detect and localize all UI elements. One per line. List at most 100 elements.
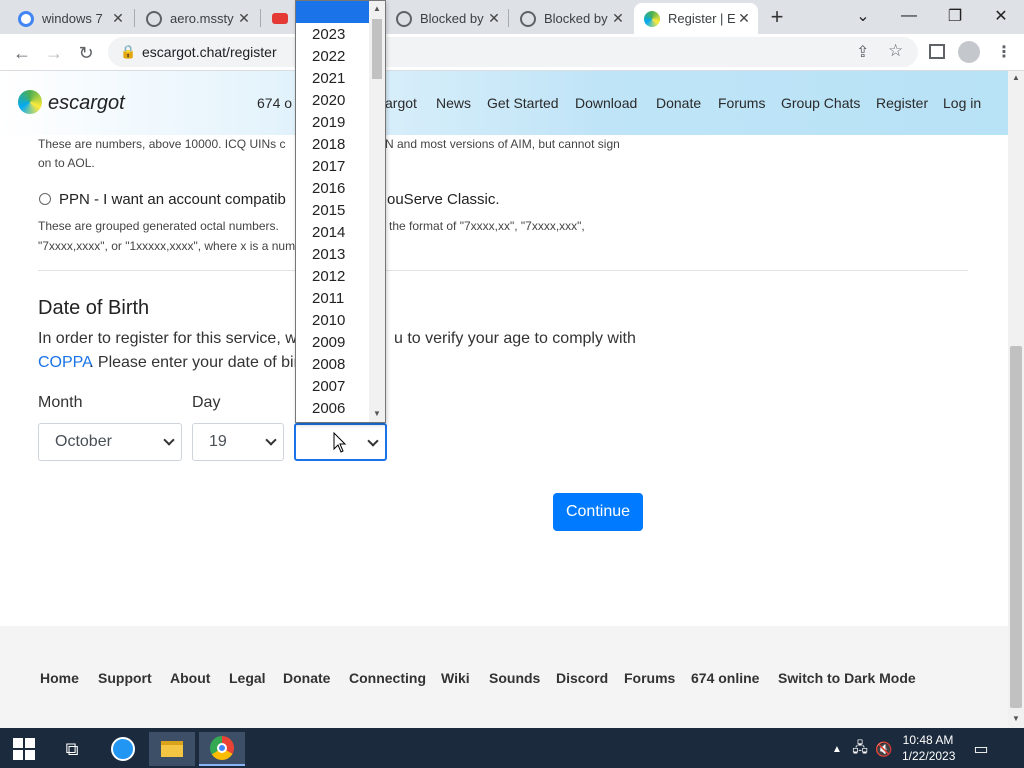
year-option[interactable]: 2021 bbox=[312, 70, 345, 87]
close-tab-icon[interactable]: ✕ bbox=[110, 10, 126, 27]
tab-windows7[interactable]: windows 7 ✕ bbox=[8, 3, 132, 34]
site-logo-text[interactable]: escargot bbox=[48, 92, 125, 115]
file-explorer-app-icon[interactable] bbox=[149, 732, 195, 766]
year-option[interactable]: 2010 bbox=[312, 312, 345, 329]
close-window-button[interactable]: ✕ bbox=[978, 0, 1024, 32]
nav-forums[interactable]: Forums bbox=[718, 95, 765, 111]
footer-link-donate[interactable]: Donate bbox=[283, 670, 330, 686]
year-option[interactable]: 2007 bbox=[312, 378, 345, 395]
nav-escargot[interactable]: argot bbox=[385, 95, 417, 111]
show-hidden-icons-icon[interactable]: ▲ bbox=[830, 732, 844, 766]
back-icon[interactable]: ← bbox=[8, 40, 36, 66]
close-tab-icon[interactable]: ✕ bbox=[610, 10, 626, 27]
nav-donate[interactable]: Donate bbox=[656, 95, 701, 111]
tab-search-icon[interactable]: ⌄ bbox=[840, 0, 886, 32]
tab-red-site[interactable] bbox=[262, 3, 296, 34]
year-option[interactable]: 2012 bbox=[312, 268, 345, 285]
profile-avatar[interactable] bbox=[958, 41, 980, 63]
tab-blocked-1[interactable]: Blocked by ✕ bbox=[386, 3, 508, 34]
year-option[interactable]: 2017 bbox=[312, 158, 345, 175]
footer-online-count[interactable]: 674 online bbox=[691, 670, 759, 686]
bookmark-star-icon[interactable]: ☆ bbox=[888, 41, 903, 61]
close-tab-icon[interactable]: ✕ bbox=[736, 10, 752, 27]
footer-link-sounds[interactable]: Sounds bbox=[489, 670, 540, 686]
page-scroll-thumb[interactable] bbox=[1010, 346, 1022, 708]
lock-icon: 🔒 bbox=[120, 44, 137, 59]
new-tab-button[interactable]: + bbox=[764, 4, 790, 29]
tab-blocked-2[interactable]: Blocked by ✕ bbox=[510, 3, 632, 34]
site-header: escargot 674 o argot News Get Started Do… bbox=[0, 71, 1008, 135]
start-button[interactable] bbox=[10, 732, 38, 766]
network-icon[interactable]: 🖧 bbox=[850, 732, 870, 766]
footer-link-home[interactable]: Home bbox=[40, 670, 79, 686]
month-select[interactable]: October bbox=[38, 423, 182, 461]
scroll-down-arrow-icon[interactable]: ▼ bbox=[1012, 714, 1020, 723]
year-option[interactable]: 2015 bbox=[312, 202, 345, 219]
tab-separator bbox=[260, 9, 261, 27]
nav-get-started[interactable]: Get Started bbox=[487, 95, 559, 111]
footer-link-discord[interactable]: Discord bbox=[556, 670, 608, 686]
year-option[interactable]: 2018 bbox=[312, 136, 345, 153]
year-dropdown-list[interactable]: 2023 2022 2021 2020 2019 2018 2017 2016 2015 2014… bbox=[295, 0, 386, 423]
icq-description-b: N and most versions of AIM, but cannot s… bbox=[385, 137, 620, 151]
icq-description-line2: on to AOL. bbox=[38, 156, 95, 170]
footer-link-connecting[interactable]: Connecting bbox=[349, 670, 426, 686]
minimize-button[interactable]: — bbox=[886, 0, 932, 32]
share-icon[interactable]: ⇪ bbox=[856, 42, 869, 62]
footer-link-legal[interactable]: Legal bbox=[229, 670, 266, 686]
nav-online-count[interactable]: 674 o bbox=[257, 95, 292, 111]
nav-register[interactable]: Register bbox=[876, 95, 928, 111]
year-option[interactable]: 2013 bbox=[312, 246, 345, 263]
day-select[interactable]: 19 bbox=[192, 423, 284, 461]
continue-button[interactable]: Continue bbox=[553, 493, 643, 531]
chrome-app-icon[interactable] bbox=[199, 732, 245, 766]
side-panel-icon[interactable] bbox=[929, 44, 945, 59]
scroll-up-arrow-icon[interactable]: ▲ bbox=[1012, 73, 1020, 82]
scroll-down-arrow-icon[interactable]: ▼ bbox=[373, 409, 381, 418]
maximize-button[interactable]: ❐ bbox=[932, 0, 978, 32]
ppn-radio[interactable] bbox=[39, 193, 51, 205]
dropdown-highlighted-option[interactable] bbox=[296, 1, 370, 23]
year-option[interactable]: 2011 bbox=[312, 290, 344, 307]
scroll-up-arrow-icon[interactable]: ▲ bbox=[373, 4, 381, 13]
year-option[interactable]: 2020 bbox=[312, 92, 345, 109]
dropdown-scroll-thumb[interactable] bbox=[372, 19, 382, 79]
footer-link-forums[interactable]: Forums bbox=[624, 670, 675, 686]
icq-description-a: These are numbers, above 10000. ICQ UINs… bbox=[38, 137, 286, 151]
close-tab-icon[interactable]: ✕ bbox=[486, 10, 502, 27]
ppn-label-b[interactable]: ouServe Classic. bbox=[387, 191, 500, 208]
year-option[interactable]: 2022 bbox=[312, 48, 345, 65]
reload-icon[interactable]: ↻ bbox=[72, 40, 100, 66]
year-option[interactable]: 2019 bbox=[312, 114, 345, 131]
menu-kebab-icon[interactable]: ⋮ bbox=[996, 42, 1012, 62]
year-option[interactable]: 2006 bbox=[312, 400, 345, 417]
footer-link-wiki[interactable]: Wiki bbox=[441, 670, 470, 686]
notification-icon[interactable]: ▭ bbox=[970, 732, 992, 766]
nav-group-chats[interactable]: Group Chats bbox=[781, 95, 860, 111]
nav-news[interactable]: News bbox=[436, 95, 471, 111]
tab-register-escargot[interactable]: Register | E ✕ bbox=[634, 3, 758, 34]
edge-app-icon[interactable] bbox=[106, 732, 140, 766]
escargot-logo-icon[interactable] bbox=[18, 90, 42, 114]
dropdown-scrollbar[interactable]: ▲ ▼ bbox=[369, 1, 385, 422]
close-tab-icon[interactable]: ✕ bbox=[236, 10, 252, 27]
footer-dark-mode-toggle[interactable]: Switch to Dark Mode bbox=[778, 670, 916, 686]
year-option[interactable]: 2016 bbox=[312, 180, 345, 197]
ppn-label-a[interactable]: PPN - I want an account compatib bbox=[59, 191, 286, 208]
dob-text-b: u to verify your age to comply with bbox=[394, 330, 636, 347]
nav-login[interactable]: Log in bbox=[943, 95, 981, 111]
year-option[interactable]: 2023 bbox=[312, 26, 345, 43]
footer-link-support[interactable]: Support bbox=[98, 670, 152, 686]
footer-link-about[interactable]: About bbox=[170, 670, 210, 686]
coppa-link[interactable]: COPPA bbox=[38, 354, 93, 372]
year-option[interactable]: 2008 bbox=[312, 356, 345, 373]
year-option[interactable]: 2009 bbox=[312, 334, 345, 351]
taskbar-clock[interactable]: 10:48 AM 1/22/2023 bbox=[902, 732, 955, 764]
address-bar[interactable]: 🔒 escargot.chat/register ⇪ ☆ bbox=[108, 37, 918, 67]
forward-icon[interactable]: → bbox=[40, 40, 68, 66]
year-option[interactable]: 2014 bbox=[312, 224, 345, 241]
nav-download[interactable]: Download bbox=[575, 95, 637, 111]
tab-aero-msstyles[interactable]: aero.mssty ✕ bbox=[136, 3, 258, 34]
volume-muted-icon[interactable]: 🔇 bbox=[874, 732, 894, 766]
task-view-icon[interactable]: ⧉ bbox=[58, 732, 86, 766]
